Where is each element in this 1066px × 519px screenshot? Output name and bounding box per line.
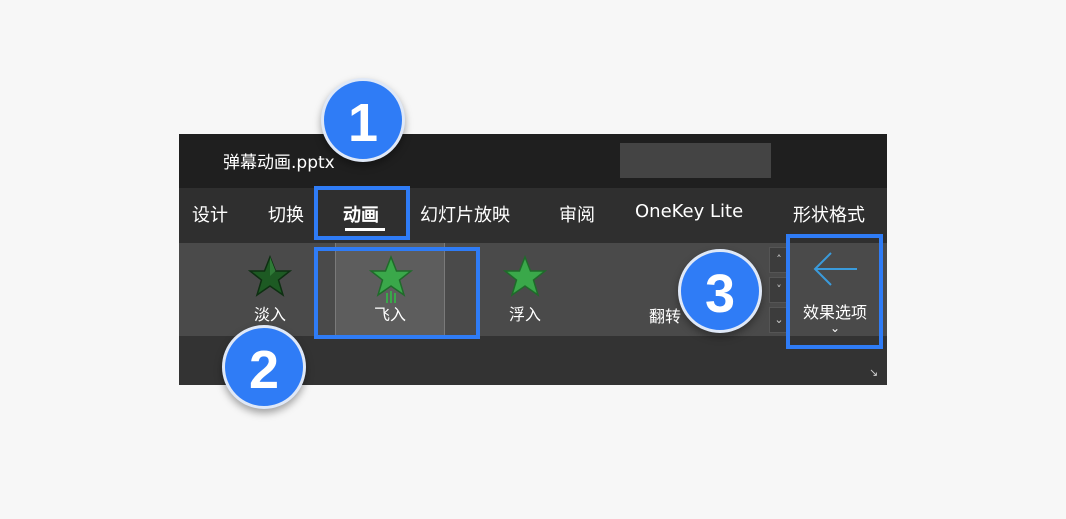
animation-fade-label: 淡入 xyxy=(253,305,286,324)
gallery-scroll-down[interactable]: ˅ xyxy=(769,277,789,303)
animation-fly-in[interactable]: 飞入 xyxy=(335,243,445,336)
animation-fly-in-label: 飞入 xyxy=(373,305,406,324)
star-icon xyxy=(503,255,547,297)
step-badge-2: 2 xyxy=(222,325,306,409)
step-badge-1: 1 xyxy=(321,78,405,162)
arrow-left-icon xyxy=(813,252,857,286)
animation-fade[interactable]: 淡入 xyxy=(215,243,325,336)
animation-float-in[interactable]: 浮入 xyxy=(470,243,580,336)
tab-review[interactable]: 审阅 xyxy=(559,201,595,227)
gallery-scroll: ˄ ˅ ⌄ xyxy=(769,243,789,336)
animation-ribbon: 淡入 飞入 浮入 翻转 ˄ ˅ ⌄ 效果选项 ⌄ xyxy=(179,243,887,336)
tab-onekey-lite[interactable]: OneKey Lite xyxy=(635,201,743,222)
step-badge-3: 3 xyxy=(678,249,762,333)
star-fly-icon xyxy=(369,255,413,303)
active-tab-indicator xyxy=(345,228,385,231)
title-bar: 弹幕动画.pptx xyxy=(179,134,887,188)
animation-flip-label[interactable]: 翻转 xyxy=(649,303,681,327)
tab-transitions[interactable]: 切换 xyxy=(268,201,304,227)
chevron-down-icon: ⌄ xyxy=(829,321,841,335)
tab-design[interactable]: 设计 xyxy=(192,201,228,227)
search-box[interactable] xyxy=(620,143,771,178)
gallery-expand[interactable]: ⌄ xyxy=(769,307,789,333)
window-title: 弹幕动画.pptx xyxy=(223,153,335,173)
effect-options-label: 效果选项 xyxy=(802,303,867,322)
tab-slideshow[interactable]: 幻灯片放映 xyxy=(420,201,510,227)
tab-animations[interactable]: 动画 xyxy=(343,201,379,227)
effect-options-button[interactable]: 效果选项 ⌄ xyxy=(791,237,879,347)
tab-shape-format[interactable]: 形状格式 xyxy=(793,201,865,227)
ribbon-tabs: 设计 切换 动画 幻灯片放映 审阅 OneKey Lite 形状格式 xyxy=(179,188,887,243)
gallery-scroll-up[interactable]: ˄ xyxy=(769,247,789,273)
dialog-launcher-icon[interactable]: ↘ xyxy=(869,367,881,379)
star-icon xyxy=(248,255,292,297)
animation-float-in-label: 浮入 xyxy=(508,305,541,324)
